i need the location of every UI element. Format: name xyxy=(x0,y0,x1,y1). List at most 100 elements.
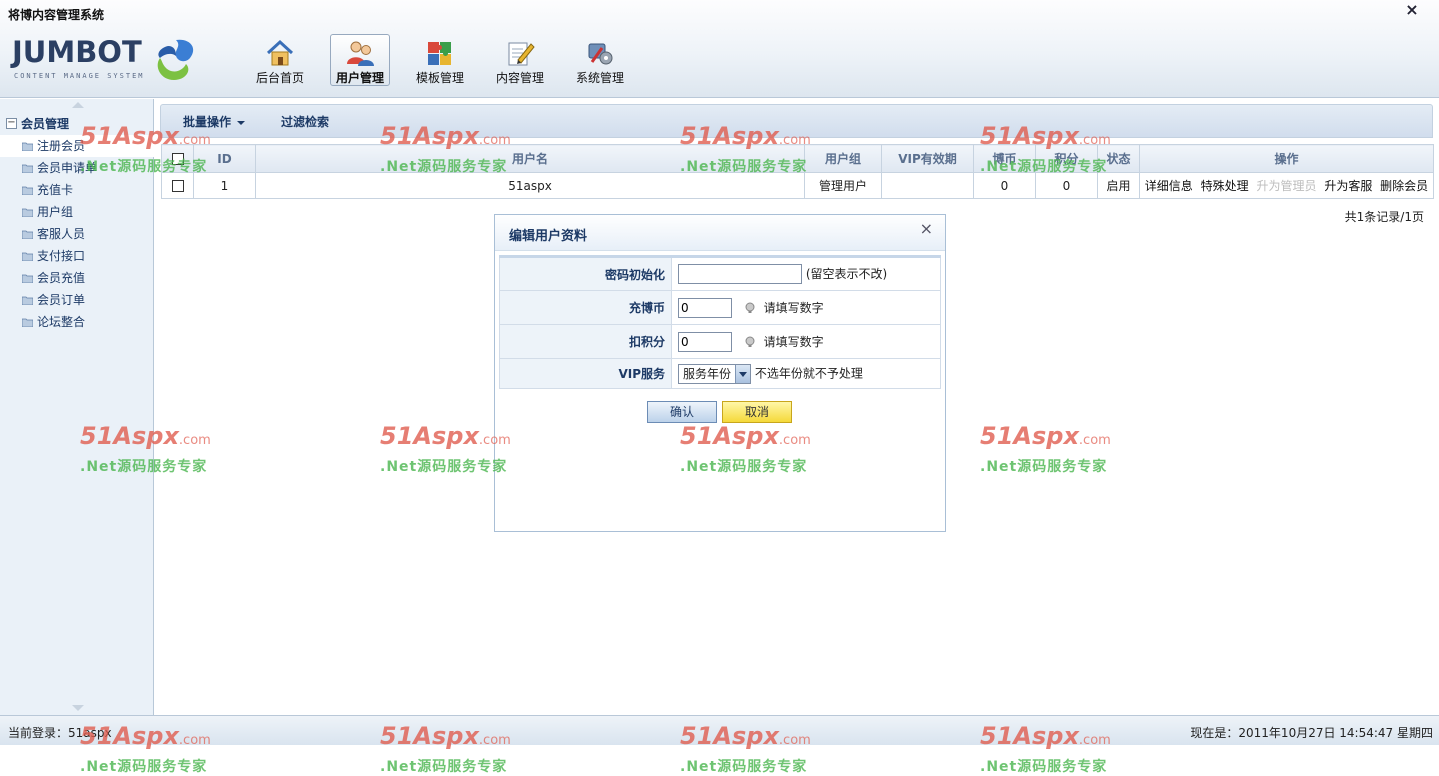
password-input[interactable] xyxy=(678,264,802,284)
watermark-slogan: .Net源码服务专家 xyxy=(380,759,508,775)
current-time-text: 现在是：2011年10月27日 14:54:47 星期四 xyxy=(1190,726,1433,740)
row-checkbox[interactable] xyxy=(171,180,184,192)
sidebar-group-member-management[interactable]: − 会员管理 xyxy=(6,115,69,131)
cell-operations: 详细信息 特殊处理 升为管理员 升为客服 删除会员 xyxy=(1139,172,1434,199)
sidebar-item-label: 会员充值 xyxy=(37,271,86,285)
home-icon xyxy=(266,39,294,66)
tools-icon xyxy=(588,43,613,65)
row-select-cell xyxy=(161,172,194,199)
folder-icon xyxy=(22,296,33,305)
sidebar-item[interactable]: 论坛整合 xyxy=(0,311,154,333)
sidebar-item-label: 会员订单 xyxy=(37,293,86,307)
vip-year-select[interactable]: 服务年份 xyxy=(678,363,752,384)
users-icon xyxy=(347,41,374,66)
cell-points: 0 xyxy=(1035,172,1098,199)
sidebar-scroll-down-arrow[interactable] xyxy=(72,705,84,711)
form-row-password: 密码初始化 (留空表示不改) xyxy=(499,256,941,291)
sidebar: − 会员管理 注册会员 会员申请单充值卡用户组客服人员支付接口会员充值会员订单论坛… xyxy=(0,99,154,715)
edit-user-dialog: 编辑用户资料 × 密码初始化 (留空表示不改) 充博币 请填写数字 扣积分 xyxy=(494,214,946,532)
sidebar-item-label: 用户组 xyxy=(37,205,74,219)
column-header-id[interactable]: ID xyxy=(193,144,256,173)
select-all-checkbox[interactable] xyxy=(171,153,184,165)
close-window-button[interactable]: × xyxy=(1403,1,1421,19)
batch-operations-label: 批量操作 xyxy=(183,115,232,129)
sidebar-item[interactable]: 会员申请单 xyxy=(0,157,154,179)
coin-input[interactable] xyxy=(678,297,732,318)
points-label: 扣积分 xyxy=(499,324,672,359)
batch-operations-dropdown[interactable]: 批量操作 xyxy=(183,113,246,130)
op-details-link[interactable]: 详细信息 xyxy=(1145,179,1193,193)
watermark-slogan: .Net源码服务专家 xyxy=(980,759,1108,775)
table-header-row: ID 用户名 用户组 VIP有效期 博币 积分 状态 操作 xyxy=(161,144,1434,173)
column-header-points[interactable]: 积分 xyxy=(1035,144,1098,173)
nav-user-management[interactable]: 用户管理 xyxy=(330,34,390,86)
pagination-summary: 共1条记录/1页 xyxy=(1344,210,1424,224)
cell-id: 1 xyxy=(193,172,256,199)
lightbulb-icon xyxy=(745,302,755,313)
nav-home-label: 后台首页 xyxy=(255,71,304,85)
folder-icon xyxy=(22,186,33,195)
filter-search-button[interactable]: 过滤检索 xyxy=(281,113,329,130)
cancel-button[interactable]: 取消 xyxy=(722,401,792,423)
nav-template-management-label: 模板管理 xyxy=(415,71,464,85)
op-special-link[interactable]: 特殊处理 xyxy=(1201,179,1249,193)
op-delete-member-link[interactable]: 删除会员 xyxy=(1380,179,1428,193)
password-note: (留空表示不改) xyxy=(805,267,888,281)
app-title: 将博内容管理系统 xyxy=(8,8,105,22)
column-header-operations: 操作 xyxy=(1139,144,1434,173)
sidebar-item[interactable]: 充值卡 xyxy=(0,179,154,201)
coin-label: 充博币 xyxy=(499,290,672,325)
sidebar-scroll-up-arrow[interactable] xyxy=(72,102,84,108)
nav-content-management[interactable]: 内容管理 xyxy=(490,34,550,86)
sidebar-item-label: 客服人员 xyxy=(37,227,86,241)
puzzle-icon xyxy=(428,42,451,65)
cell-group: 管理用户 xyxy=(804,172,882,199)
form-row-points: 扣积分 请填写数字 xyxy=(499,324,941,359)
select-all-header xyxy=(161,144,194,173)
op-promote-support-link[interactable]: 升为客服 xyxy=(1324,179,1372,193)
vip-label: VIP服务 xyxy=(499,358,672,389)
sidebar-item-label: 论坛整合 xyxy=(37,315,86,329)
column-header-vip-expiry[interactable]: VIP有效期 xyxy=(881,144,974,173)
sidebar-item[interactable]: 支付接口 xyxy=(0,245,154,267)
lightbulb-icon xyxy=(745,336,755,347)
form-row-coins: 充博币 请填写数字 xyxy=(499,290,941,325)
current-login-text: 当前登录：51aspx xyxy=(8,726,112,740)
coin-hint: 请填写数字 xyxy=(763,300,824,315)
watermark-brand: 51Aspx xyxy=(980,422,1079,450)
watermark: 51Aspx.com .Net源码服务专家 xyxy=(980,422,1130,475)
logo-swirl-icon xyxy=(157,39,194,80)
sidebar-item[interactable]: 会员充值 xyxy=(0,267,154,289)
watermark-domain: .com xyxy=(1078,433,1111,448)
cell-username: 51aspx xyxy=(255,172,805,199)
nav-content-management-label: 内容管理 xyxy=(495,71,544,85)
main-toolbar: 批量操作 过滤检索 xyxy=(160,104,1433,138)
points-input[interactable] xyxy=(678,331,732,352)
document-edit-icon xyxy=(508,42,535,66)
dialog-titlebar[interactable]: 编辑用户资料 × xyxy=(495,215,945,251)
folder-icon xyxy=(22,274,33,283)
confirm-button[interactable]: 确认 xyxy=(647,401,717,423)
sidebar-item[interactable]: 用户组 xyxy=(0,201,154,223)
collapse-icon[interactable]: − xyxy=(6,117,17,129)
nav-template-management[interactable]: 模板管理 xyxy=(410,34,470,86)
watermark-slogan: .Net源码服务专家 xyxy=(380,459,508,475)
nav-home[interactable]: 后台首页 xyxy=(250,34,310,86)
column-header-group[interactable]: 用户组 xyxy=(804,144,882,173)
nav-system-management[interactable]: 系统管理 xyxy=(570,34,630,86)
dialog-close-icon[interactable]: × xyxy=(920,221,933,237)
status-bar: 当前登录：51aspx 现在是：2011年10月27日 14:54:47 星期四 xyxy=(0,715,1439,745)
password-label: 密码初始化 xyxy=(499,256,672,291)
nav-user-management-label: 用户管理 xyxy=(335,71,384,85)
sidebar-item[interactable]: 客服人员 xyxy=(0,223,154,245)
form-row-vip: VIP服务 服务年份 不选年份就不予处理 xyxy=(499,358,941,389)
column-header-username[interactable]: 用户名 xyxy=(255,144,805,173)
column-header-status[interactable]: 状态 xyxy=(1097,144,1140,173)
sidebar-item[interactable]: 会员订单 xyxy=(0,289,154,311)
column-header-coins[interactable]: 博币 xyxy=(973,144,1036,173)
folder-icon xyxy=(22,318,33,327)
sidebar-item[interactable]: 注册会员 xyxy=(0,135,154,157)
sidebar-item-label: 充值卡 xyxy=(37,183,74,197)
user-table: ID 用户名 用户组 VIP有效期 博币 积分 状态 操作 1 51aspx 管… xyxy=(161,144,1434,199)
coin-cell: 请填写数字 xyxy=(671,290,941,325)
